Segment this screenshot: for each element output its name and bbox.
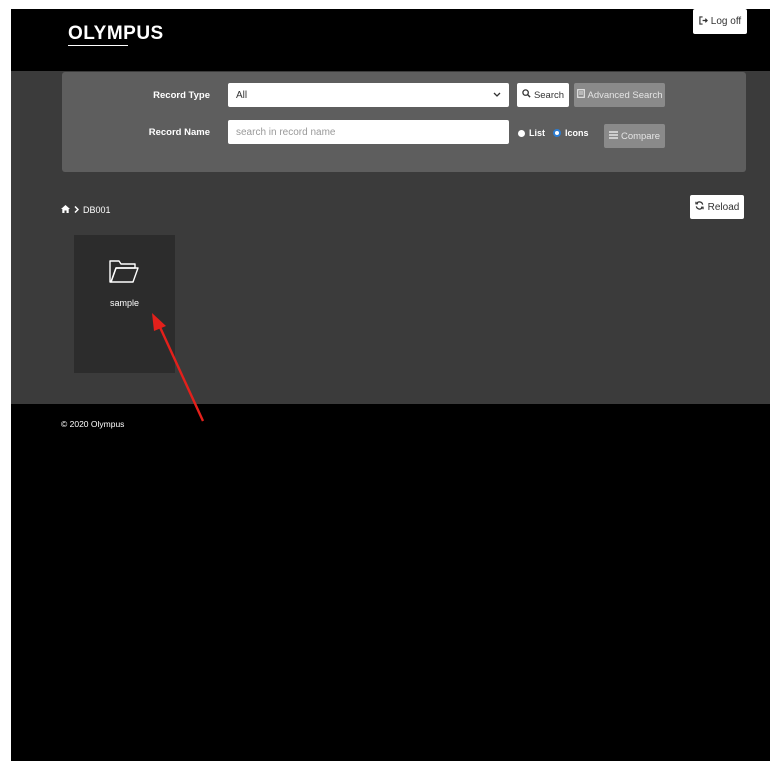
annotation-arrow <box>152 313 205 422</box>
